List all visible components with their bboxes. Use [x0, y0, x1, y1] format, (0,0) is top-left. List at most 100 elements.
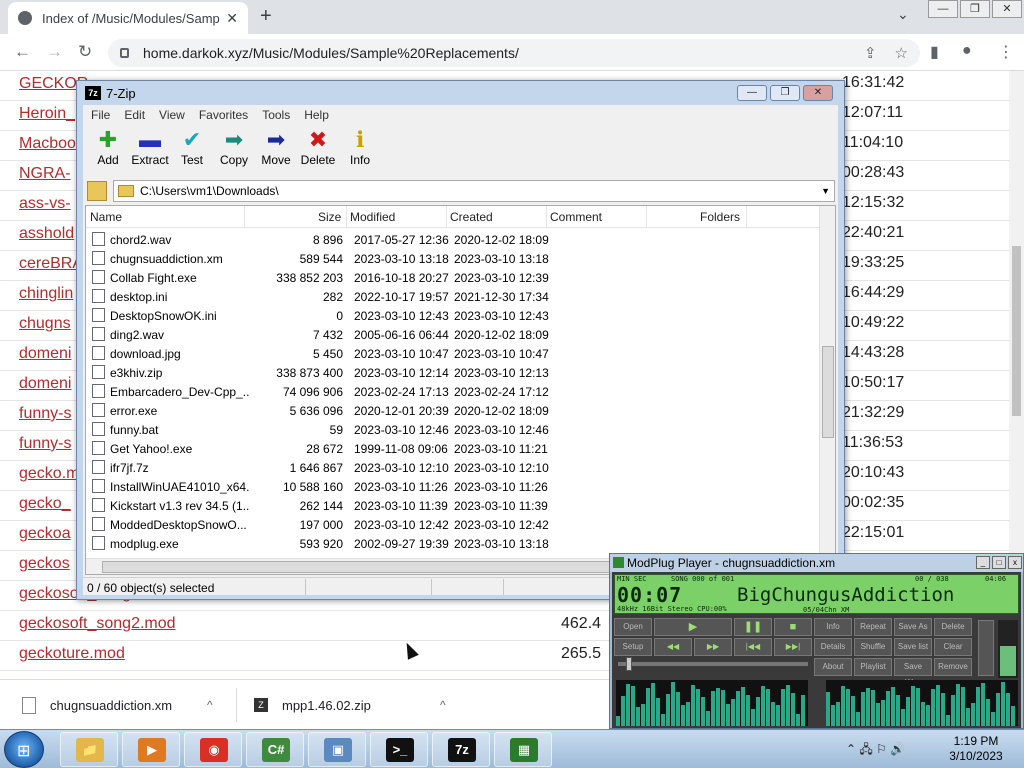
shuffle-button[interactable]: Shuffle [854, 638, 892, 656]
volume-slider[interactable] [978, 620, 994, 676]
address-bar[interactable]: home.darkok.xyz/Music/Modules/Sample%20R… [108, 39, 920, 67]
details-button[interactable]: Details [814, 638, 852, 656]
column-modified[interactable]: Modified [350, 210, 395, 224]
taskbar-app-7zip[interactable]: 7z [432, 732, 490, 767]
menu-item-edit[interactable]: Edit [124, 105, 145, 125]
file-row[interactable]: error.exe 5 636 096 2020-12-01 20:39 2020-1… [86, 401, 819, 420]
column-divider[interactable] [746, 206, 747, 228]
path-text[interactable]: C:\Users\vm1\Downloads\ [140, 184, 821, 198]
file-link[interactable]: chugns [19, 315, 71, 333]
column-divider[interactable] [244, 206, 245, 228]
new-tab-icon[interactable]: + [260, 5, 272, 28]
file-row[interactable]: DesktopSnowOK.ini 0 2023-03-10 12:43 2023-0… [86, 306, 819, 325]
minimize-button[interactable]: _ [976, 556, 990, 569]
menu-item-view[interactable]: View [159, 105, 185, 125]
vertical-scrollbar[interactable] [819, 206, 835, 558]
file-link[interactable]: funny-s [19, 405, 71, 423]
folder-up-icon[interactable] [87, 181, 107, 201]
file-link[interactable]: chinglin [19, 285, 73, 303]
delete-button[interactable]: ✖ Delete [297, 127, 339, 177]
file-row[interactable]: Collab Fight.exe 338 852 203 2016-10-18 20… [86, 268, 819, 287]
file-link[interactable]: NGRA- [19, 165, 71, 183]
tab-search-icon[interactable]: ⌄ [897, 6, 909, 23]
file-link[interactable]: asshold [19, 225, 74, 243]
file-row[interactable]: Get Yahoo!.exe 28 672 1999-11-08 09:06 2023… [86, 439, 819, 458]
file-link[interactable]: geckoa [19, 525, 71, 543]
repeat-button[interactable]: Repeat [854, 618, 892, 636]
browser-tab[interactable]: Index of /Music/Modules/Sample Replaceme… [8, 2, 248, 34]
star-icon[interactable]: ☆ [895, 44, 908, 62]
seek-handle[interactable] [626, 657, 632, 671]
fast-forward-button[interactable]: ▶▶ [694, 638, 732, 656]
taskbar-app-csharp[interactable]: C# [246, 732, 304, 767]
taskbar-app-explorer[interactable]: 📁 [60, 732, 118, 767]
profile-icon[interactable]: ● [962, 42, 972, 60]
reload-icon[interactable]: ↻ [78, 42, 92, 62]
page-scroll-thumb[interactable] [1012, 246, 1021, 416]
minimize-button[interactable]: — [928, 0, 958, 18]
file-row[interactable]: chugnsuaddiction.xm 589 544 2023-03-10 13:… [86, 249, 819, 268]
file-link[interactable]: Heroin_ [19, 105, 75, 123]
seek-bar[interactable] [618, 662, 808, 666]
file-row[interactable]: InstallWinUAE41010_x64... 10 588 160 2023-… [86, 477, 819, 496]
taskbar-app-film[interactable]: ▦ [494, 732, 552, 767]
file-link[interactable]: domeni [19, 375, 71, 393]
chevron-up-icon[interactable]: ^ [207, 698, 213, 712]
download-item[interactable]: chugnsuaddiction.xm ^ [22, 688, 227, 722]
tab-close-icon[interactable]: ✕ [226, 10, 238, 27]
menu-item-favorites[interactable]: Favorites [199, 105, 248, 125]
side-panel-icon[interactable]: ▮ [930, 42, 939, 62]
info-button[interactable]: Info [814, 618, 852, 636]
file-link[interactable]: geckos [19, 555, 70, 573]
column-folders[interactable]: Folders [700, 210, 740, 224]
taskbar-app-media[interactable]: ▶ [122, 732, 180, 767]
chevron-up-icon[interactable]: ^ [440, 698, 446, 712]
setup-button[interactable]: Setup [614, 638, 652, 656]
column-divider[interactable] [346, 206, 347, 228]
file-row[interactable]: ifr7jf.7z 1 646 867 2023-03-10 12:10 2023-0… [86, 458, 819, 477]
taskbar-app-photo[interactable]: ▣ [308, 732, 366, 767]
system-tray-icons[interactable]: ⌃ 🖧 ⚐ 🔊 [846, 740, 905, 761]
scroll-thumb[interactable] [822, 346, 834, 438]
file-row[interactable]: desktop.ini 282 2022-10-17 19:57 2021-12-30… [86, 287, 819, 306]
file-row[interactable]: e3khiv.zip 338 873 400 2023-03-10 12:14 202… [86, 363, 819, 382]
file-link[interactable]: gecko_ [19, 495, 71, 513]
column-comment[interactable]: Comment [550, 210, 602, 224]
file-link[interactable]: geckoture.mod [19, 645, 125, 663]
lock-icon[interactable] [120, 48, 129, 58]
file-row[interactable]: ModdedDesktopSnowO... 197 000 2023-03-10 1… [86, 515, 819, 534]
file-link[interactable]: funny-s [19, 435, 71, 453]
taskbar-app-cmd[interactable]: >_ [370, 732, 428, 767]
file-row[interactable]: ding2.wav 7 432 2005-06-16 06:44 2020-12-02… [86, 325, 819, 344]
save-list-button[interactable]: Save list [894, 638, 932, 656]
file-link[interactable]: geckosoft_song2.mod [19, 615, 176, 633]
info-button[interactable]: ℹ Info [339, 127, 381, 177]
save-wav-button[interactable]: Save Wav [894, 658, 932, 687]
copy-button[interactable]: ➡ Copy [213, 127, 255, 177]
close-button[interactable]: x [1008, 556, 1022, 569]
menu-item-tools[interactable]: Tools [262, 105, 290, 125]
rewind-button[interactable]: ◀◀ [654, 638, 692, 656]
menu-icon[interactable]: ⋮ [998, 42, 1014, 62]
path-combo[interactable]: C:\Users\vm1\Downloads\ ▼ [113, 180, 835, 202]
open-button[interactable]: Open [614, 618, 652, 636]
maximize-button[interactable]: □ [992, 556, 1006, 569]
file-row[interactable]: modplug.exe 593 920 2002-09-27 19:39 2023-0… [86, 534, 819, 553]
minimize-button[interactable]: — [737, 85, 767, 101]
menu-item-file[interactable]: File [91, 105, 110, 125]
playlist-button[interactable]: Playlist [854, 658, 892, 676]
file-link[interactable]: domeni [19, 345, 71, 363]
dropdown-arrow-icon[interactable]: ▼ [821, 186, 830, 196]
column-created[interactable]: Created [450, 210, 493, 224]
restore-button[interactable]: ❐ [960, 0, 990, 18]
maximize-button[interactable]: ❐ [770, 85, 800, 101]
file-row[interactable]: chord2.wav 8 896 2017-05-27 12:36 2020-12-0… [86, 230, 819, 249]
column-divider[interactable] [446, 206, 447, 228]
previous-button[interactable]: |◀◀ [734, 638, 772, 656]
forward-icon[interactable]: → [46, 42, 63, 62]
stop-button[interactable]: ■ [774, 618, 812, 636]
save-as-button[interactable]: Save As [894, 618, 932, 636]
modplug-titlebar[interactable]: ModPlug Player - chugnsuaddiction.xm _ □… [610, 554, 1023, 572]
extract-button[interactable]: ▬ Extract [129, 127, 171, 177]
sevenzip-titlebar[interactable]: 7z 7-Zip — ❐ ✕ [77, 81, 844, 105]
